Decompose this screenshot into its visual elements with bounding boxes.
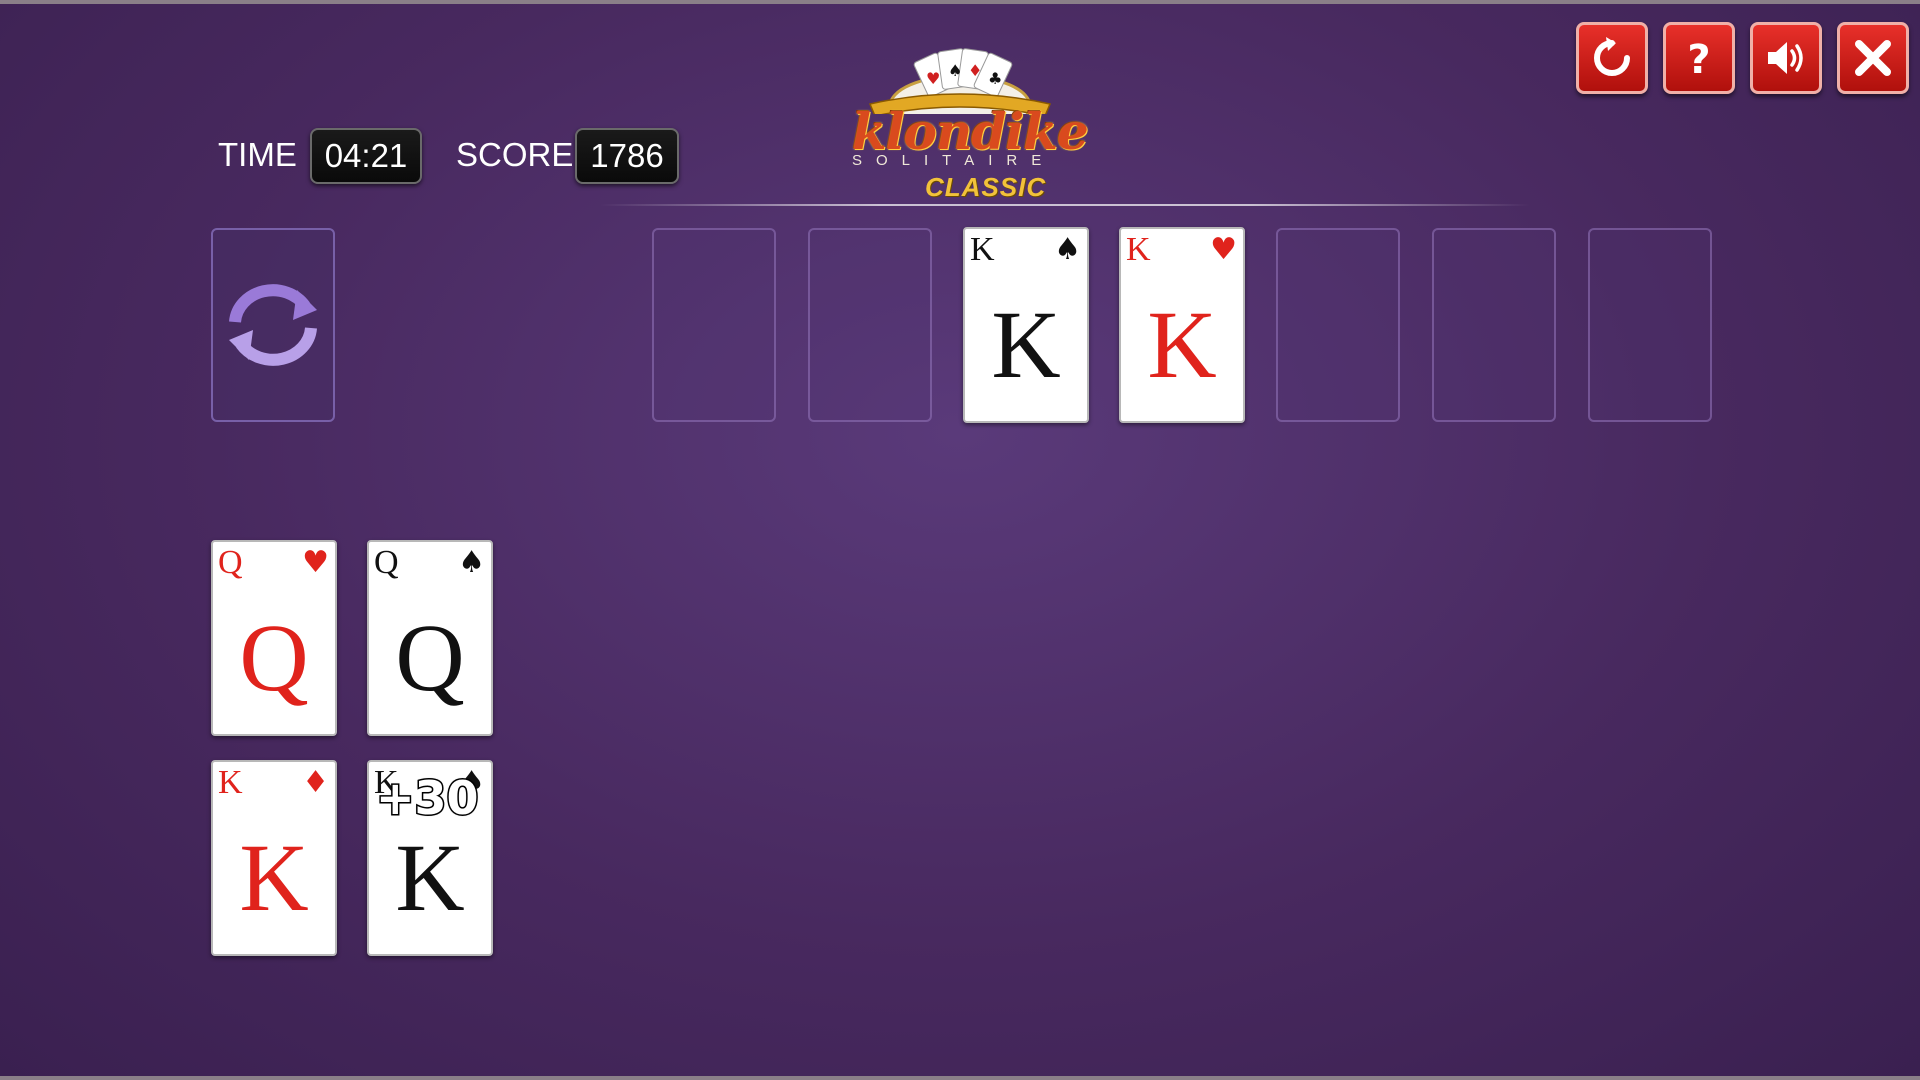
svg-text:♥: ♥ xyxy=(926,69,940,88)
time-display: 04:21 xyxy=(310,128,422,184)
time-label: TIME xyxy=(218,136,297,173)
header-divider xyxy=(600,204,1530,206)
sound-icon xyxy=(1768,42,1803,74)
playing-card[interactable]: Q ♠ Q xyxy=(367,540,493,736)
logo-subtitle: SOLITAIRE xyxy=(852,152,1056,169)
restart-button[interactable] xyxy=(1576,22,1648,94)
card-rank-large: K xyxy=(239,824,309,931)
svg-text:♦: ♦ xyxy=(968,61,982,80)
card-rank-large: K xyxy=(1147,291,1217,398)
spade-icon: ♠ xyxy=(1054,232,1081,267)
score-display: 1786 xyxy=(575,128,679,184)
heart-icon: ♥ xyxy=(302,545,329,580)
card-rank: K xyxy=(1126,231,1151,268)
heart-icon: ♥ xyxy=(1210,232,1237,267)
playing-card[interactable]: K ♥ K xyxy=(1119,227,1245,423)
playing-card[interactable]: K ♦ K xyxy=(211,760,337,956)
empty-slot[interactable] xyxy=(652,228,776,422)
spade-icon: ♠ xyxy=(458,545,485,580)
stock-pile[interactable] xyxy=(211,228,335,422)
restart-icon xyxy=(1594,37,1630,76)
close-icon xyxy=(1855,40,1891,76)
help-icon: ? xyxy=(1687,37,1710,81)
card-rank: K xyxy=(970,231,995,268)
game-board: TIME 04:21 SCORE 1786 ♥ ♠ ♦ ♣ klondike S… xyxy=(0,0,1920,1080)
svg-text:♠: ♠ xyxy=(948,61,962,80)
score-label: SCORE xyxy=(456,136,574,173)
playing-card[interactable]: Q ♥ Q xyxy=(211,540,337,736)
help-button[interactable]: ? xyxy=(1663,22,1735,94)
playing-card[interactable]: K ♠ K xyxy=(963,227,1089,423)
diamond-icon: ♦ xyxy=(302,765,329,800)
close-button[interactable] xyxy=(1837,22,1909,94)
card-rank-large: Q xyxy=(239,604,309,711)
score-bonus-popup: +30 xyxy=(375,770,481,827)
card-rank: K xyxy=(218,764,243,801)
card-rank: Q xyxy=(218,544,243,581)
empty-slot[interactable] xyxy=(1432,228,1556,422)
recycle-icon xyxy=(229,284,317,366)
empty-slot[interactable] xyxy=(1276,228,1400,422)
card-rank-large: K xyxy=(991,291,1061,398)
card-rank: Q xyxy=(374,544,399,581)
card-rank-large: K xyxy=(395,824,465,931)
sound-button[interactable] xyxy=(1750,22,1822,94)
svg-text:♣: ♣ xyxy=(988,69,1002,88)
card-rank-large: Q xyxy=(395,604,465,711)
svg-text:?: ? xyxy=(1687,37,1710,81)
game-logo: ♥ ♠ ♦ ♣ klondike SOLITAIRE CLASSIC xyxy=(840,44,1089,204)
logo-edition: CLASSIC xyxy=(925,172,1047,202)
empty-slot[interactable] xyxy=(1588,228,1712,422)
empty-slot[interactable] xyxy=(808,228,932,422)
